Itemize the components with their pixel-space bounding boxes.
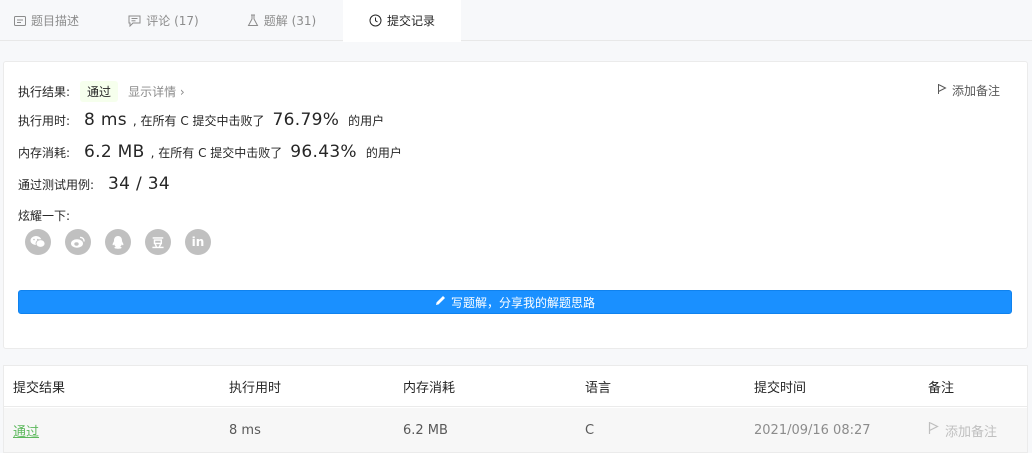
share-row: 炫耀一下:	[18, 207, 70, 224]
memory-label: 内存消耗:	[18, 145, 71, 160]
header-note: 备注	[928, 380, 955, 396]
add-note-button[interactable]: 添加备注	[937, 82, 1000, 99]
memory-value: 6.2 MB	[84, 142, 145, 162]
add-note-label: 添加备注	[951, 84, 1000, 98]
tab-comments[interactable]: 评论 (17)	[115, 0, 212, 41]
runtime-suffix: 的用户	[348, 113, 385, 128]
tests-row: 通过测试用例: 34 / 34	[18, 174, 170, 194]
flask-icon	[247, 14, 259, 27]
header-submitted-at: 提交时间	[754, 380, 807, 396]
tab-submissions-label: 提交记录	[386, 14, 435, 28]
row-add-note-label: 添加备注	[945, 424, 998, 440]
header-memory: 内存消耗	[403, 380, 456, 396]
share-label: 炫耀一下:	[18, 209, 71, 223]
runtime-label: 执行用时:	[18, 113, 71, 128]
row-add-note-button[interactable]: 添加备注	[928, 421, 997, 440]
runtime-row: 执行用时: 8 ms , 在所有 C 提交中击败了 76.79% 的用户	[18, 110, 384, 130]
tab-description-label: 题目描述	[30, 14, 79, 28]
table-row[interactable]: 通过 8 ms 6.2 MB C 2021/09/16 08:27 添加备注	[4, 408, 1027, 452]
qq-icon[interactable]	[105, 229, 131, 255]
row-note-cell: 添加备注	[928, 408, 997, 452]
write-solution-button[interactable]: 写题解，分享我的解题思路	[18, 290, 1012, 314]
submission-result-panel: 执行结果: 通过 显示详情 › 添加备注 执行用时: 8 ms , 在所有 C …	[3, 61, 1028, 349]
douban-icon[interactable]: 豆	[145, 229, 171, 255]
memory-suffix: 的用户	[365, 145, 402, 160]
tab-bar: 题目描述 评论 (17) 题解 (31) 提交记录	[0, 0, 1032, 42]
linkedin-icon[interactable]: in	[185, 229, 211, 255]
description-icon	[13, 15, 26, 27]
tab-solutions[interactable]: 题解 (31)	[232, 0, 331, 41]
weibo-icon[interactable]	[65, 229, 91, 255]
flag-icon	[937, 83, 952, 98]
wechat-icon[interactable]	[25, 229, 51, 255]
memory-beat-text: , 在所有 C 提交中击败了	[150, 145, 283, 160]
row-status-link[interactable]: 通过	[13, 421, 39, 440]
row-runtime: 8 ms	[229, 422, 261, 438]
submissions-table: 提交结果 执行用时 内存消耗 语言 提交时间 备注 通过 8 ms 6.2 MB…	[3, 365, 1028, 453]
flag-icon	[928, 421, 945, 439]
table-header: 提交结果 执行用时 内存消耗 语言 提交时间 备注	[4, 366, 1027, 407]
status-badge: 通过	[80, 81, 119, 102]
clock-icon	[369, 14, 382, 27]
comment-icon	[128, 15, 141, 27]
row-memory: 6.2 MB	[403, 422, 448, 438]
tab-comments-label: 评论 (17)	[146, 14, 199, 28]
douban-glyph: 豆	[151, 235, 164, 250]
header-runtime: 执行用时	[229, 380, 282, 396]
linkedin-glyph: in	[191, 235, 205, 249]
row-submitted-at: 2021/09/16 08:27	[754, 422, 871, 438]
memory-row: 内存消耗: 6.2 MB , 在所有 C 提交中击败了 96.43% 的用户	[18, 142, 402, 162]
tab-solutions-label: 题解 (31)	[263, 14, 317, 28]
runtime-beat-percent: 76.79%	[272, 110, 340, 130]
tab-description[interactable]: 题目描述	[0, 0, 93, 41]
show-details-link[interactable]: 显示详情 ›	[128, 83, 185, 100]
write-solution-label: 写题解，分享我的解题思路	[450, 295, 595, 310]
runtime-value: 8 ms	[84, 110, 127, 130]
pencil-icon	[435, 295, 451, 309]
result-row: 执行结果: 通过 显示详情 ›	[18, 81, 185, 102]
share-icons: 豆 in	[25, 229, 225, 255]
tests-label: 通过测试用例:	[18, 177, 95, 192]
memory-beat-percent: 96.43%	[290, 142, 357, 162]
result-label: 执行结果:	[18, 85, 71, 99]
tests-value: 34 / 34	[108, 174, 170, 194]
tab-submissions[interactable]: 提交记录	[343, 0, 461, 42]
row-status-cell: 通过	[13, 408, 39, 452]
header-status: 提交结果	[13, 380, 66, 396]
runtime-beat-text: , 在所有 C 提交中击败了	[132, 113, 265, 128]
header-language: 语言	[585, 380, 612, 396]
row-language: C	[585, 422, 595, 438]
